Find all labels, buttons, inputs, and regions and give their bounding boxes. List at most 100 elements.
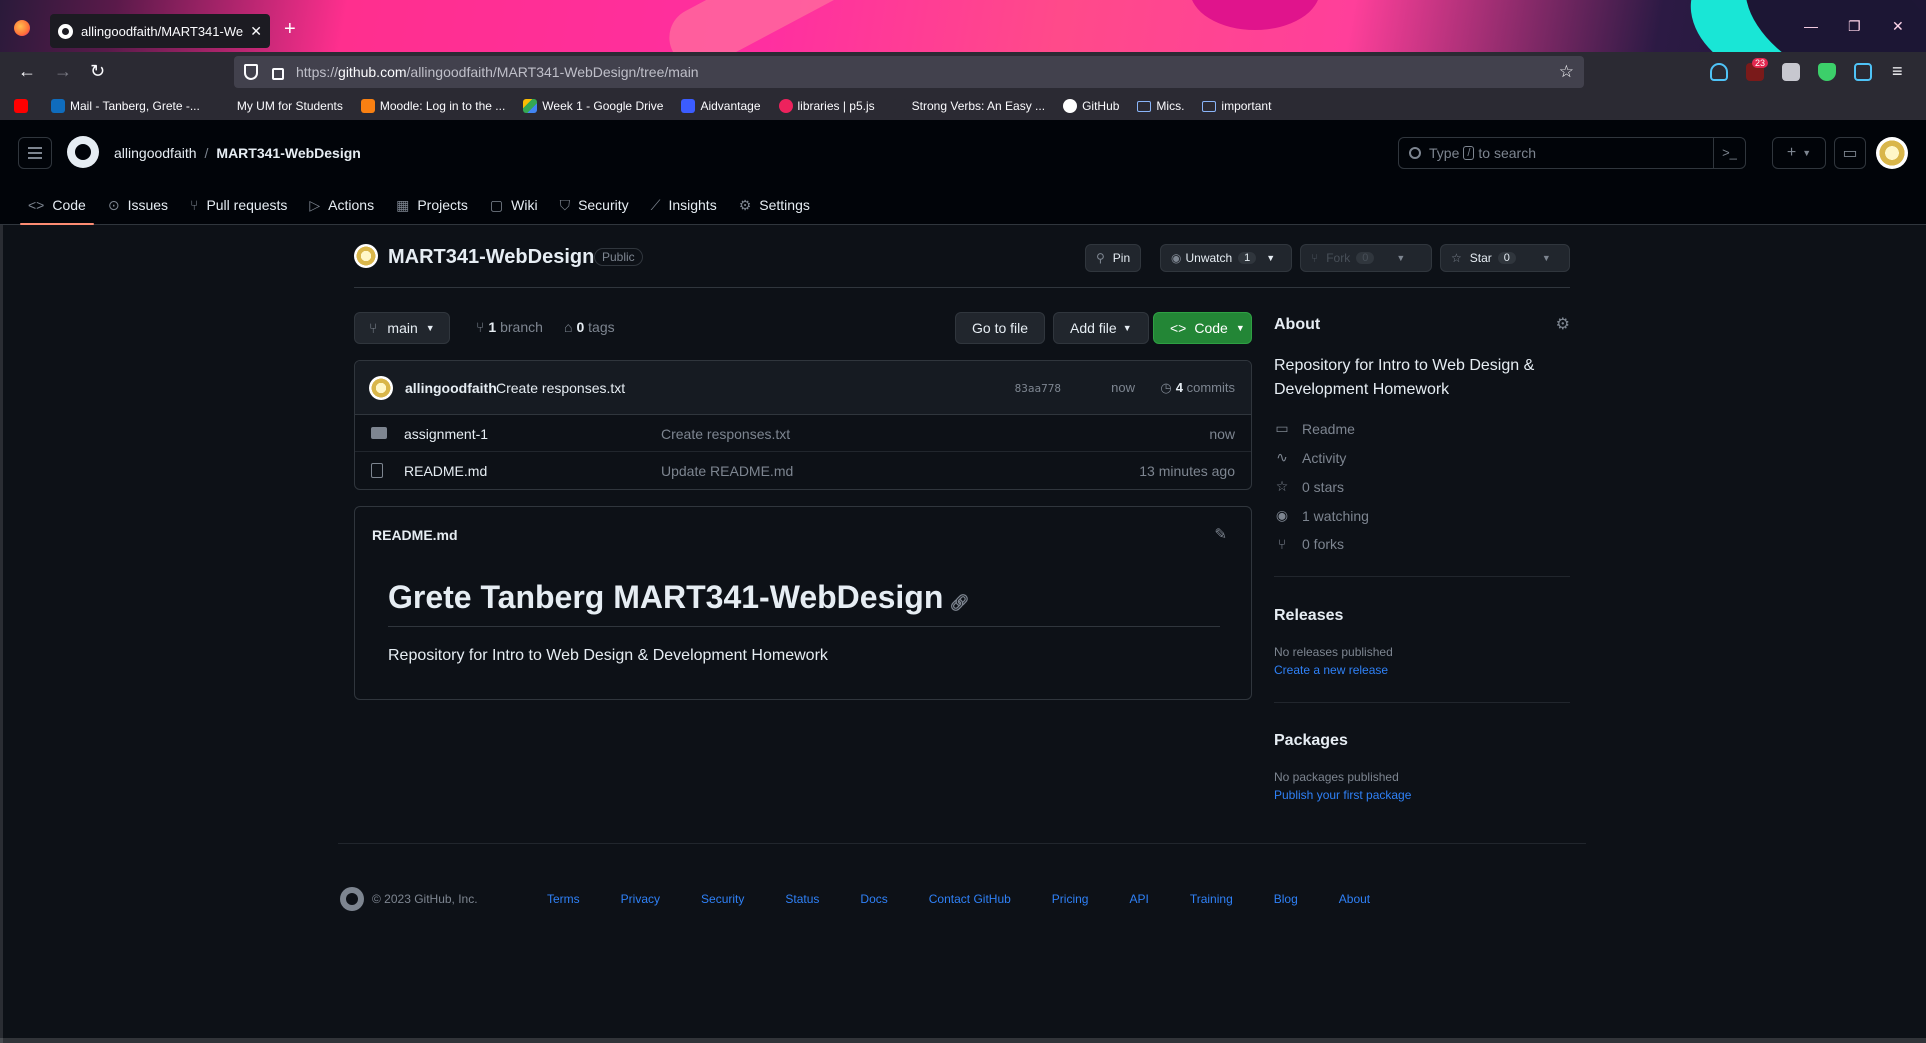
footer-link-security[interactable]: Security: [701, 892, 744, 906]
chevron-down-icon[interactable]: ▼: [1542, 253, 1551, 263]
star-button[interactable]: ☆ Star 0 ▼: [1440, 244, 1570, 272]
unwatch-button[interactable]: ◉ Unwatch 1 ▼: [1160, 244, 1292, 272]
search-input[interactable]: Type / to search >_: [1398, 137, 1746, 169]
code-button[interactable]: <> Code ▼: [1153, 312, 1252, 344]
branch-selector[interactable]: ⑂ main ▼: [354, 312, 450, 344]
gear-icon[interactable]: ⚙: [1556, 314, 1570, 334]
footer-link-about[interactable]: About: [1339, 892, 1370, 906]
address-bar[interactable]: https://github.com/allingoodfaith/MART34…: [234, 56, 1584, 88]
owner-avatar[interactable]: [354, 244, 378, 268]
releases-heading[interactable]: Releases: [1274, 607, 1343, 625]
file-row[interactable]: README.md Update README.md 13 minutes ag…: [355, 452, 1251, 489]
file-commit-link[interactable]: Update README.md: [661, 463, 793, 479]
extension-icon[interactable]: [1782, 63, 1800, 81]
edit-pencil-icon[interactable]: ✎: [1214, 525, 1227, 543]
browser-tab-active[interactable]: allingoodfaith/MART341-WebD ✕: [50, 14, 270, 48]
branches-link[interactable]: ⑂ 1 branch: [476, 319, 543, 335]
pocket-icon[interactable]: [1710, 63, 1728, 81]
repo-name[interactable]: MART341-WebDesign: [388, 246, 594, 269]
tab-pull-requests[interactable]: ⑂ Pull requests: [182, 186, 295, 224]
publish-package-link[interactable]: Publish your first package: [1274, 788, 1411, 802]
create-new-button[interactable]: + ▼: [1772, 137, 1826, 169]
footer-link-docs[interactable]: Docs: [860, 892, 887, 906]
go-to-file-button[interactable]: Go to file: [955, 312, 1046, 344]
bookmark-item[interactable]: Week 1 - Google Drive: [523, 99, 663, 113]
footer-link-training[interactable]: Training: [1190, 892, 1233, 906]
avatar[interactable]: [369, 376, 393, 400]
tracking-protection-shield-icon[interactable]: [244, 64, 258, 80]
bookmark-star-icon[interactable]: ☆: [1559, 62, 1574, 82]
repo-link[interactable]: MART341-WebDesign: [216, 145, 360, 161]
file-list: allingoodfaith Create responses.txt 83aa…: [354, 360, 1252, 490]
bookmark-folder[interactable]: Mics.: [1137, 99, 1184, 113]
bookmark-folder[interactable]: important: [1202, 99, 1271, 113]
reload-icon[interactable]: ↻: [90, 61, 105, 82]
forks-link[interactable]: ⑂ 0 forks: [1274, 536, 1344, 552]
tab-insights[interactable]: ⟋ Insights: [643, 186, 725, 224]
readme-file-link[interactable]: README.md: [372, 527, 458, 543]
watchers-link[interactable]: ◉ 1 watching: [1274, 507, 1369, 524]
file-row[interactable]: assignment-1 Create responses.txt now: [355, 415, 1251, 452]
github-octocat-icon[interactable]: [67, 136, 99, 168]
footer-link-terms[interactable]: Terms: [547, 892, 580, 906]
tab-actions[interactable]: ▷ Actions: [301, 186, 382, 224]
commit-message-link[interactable]: Create responses.txt: [496, 380, 625, 396]
packages-heading[interactable]: Packages: [1274, 732, 1348, 750]
create-release-link[interactable]: Create a new release: [1274, 663, 1388, 677]
bookmark-item[interactable]: Mail - Tanberg, Grete -...: [51, 99, 200, 113]
command-palette-icon[interactable]: >_: [1713, 138, 1745, 168]
privacy-badger-icon[interactable]: [1818, 63, 1836, 81]
restore-window-icon[interactable]: ❐: [1848, 18, 1861, 35]
bookmark-item[interactable]: GitHub: [1063, 99, 1119, 113]
footer-link-privacy[interactable]: Privacy: [621, 892, 660, 906]
tab-settings[interactable]: ⚙ Settings: [731, 186, 818, 224]
github-logo-icon[interactable]: [340, 887, 364, 911]
open-global-nav-button[interactable]: [18, 137, 52, 169]
footer-link-status[interactable]: Status: [785, 892, 819, 906]
readme-link[interactable]: ▭ Readme: [1274, 420, 1355, 437]
anchor-link-icon[interactable]: 🔗︎: [949, 595, 969, 612]
lock-icon[interactable]: [272, 68, 284, 80]
new-tab-icon[interactable]: +: [284, 18, 296, 41]
add-file-button[interactable]: Add file ▼: [1053, 312, 1149, 344]
file-name-link[interactable]: assignment-1: [404, 426, 488, 442]
chevron-down-icon[interactable]: ▼: [1266, 253, 1275, 263]
back-arrow-icon[interactable]: ←: [18, 61, 36, 82]
chevron-down-icon[interactable]: ▼: [1396, 253, 1405, 263]
footer-link-api[interactable]: API: [1129, 892, 1148, 906]
commit-author-link[interactable]: allingoodfaith: [405, 380, 497, 396]
file-name-link[interactable]: README.md: [404, 463, 487, 479]
fork-button[interactable]: ⑂ Fork 0 ▼: [1300, 244, 1432, 272]
pin-button[interactable]: ⚲ Pin: [1085, 244, 1142, 272]
inbox-icon[interactable]: ▭: [1834, 137, 1866, 169]
bookmark-item[interactable]: libraries | p5.js: [778, 99, 875, 113]
bookmark-item[interactable]: My UM for Students: [217, 99, 343, 113]
bookmark-item[interactable]: Moodle: Log in to the ...: [360, 99, 505, 113]
footer-link-contact[interactable]: Contact GitHub: [929, 892, 1011, 906]
footer-link-blog[interactable]: Blog: [1274, 892, 1298, 906]
bookmark-item[interactable]: Strong Verbs: An Easy ...: [892, 99, 1045, 113]
stars-link[interactable]: ☆ 0 stars: [1274, 478, 1344, 495]
file-commit-link[interactable]: Create responses.txt: [661, 426, 790, 442]
tab-code[interactable]: <> Code: [20, 186, 94, 225]
bookmark-youtube[interactable]: [14, 99, 33, 113]
tab-issues[interactable]: ⊙ Issues: [100, 186, 176, 224]
minimize-window-icon[interactable]: —: [1804, 18, 1818, 34]
close-window-icon[interactable]: ✕: [1892, 18, 1904, 35]
firefox-menu-icon[interactable]: [14, 20, 30, 36]
tab-security[interactable]: ⛉ Security: [552, 186, 637, 224]
tab-projects[interactable]: ▦ Projects: [388, 186, 476, 224]
owner-link[interactable]: allingoodfaith: [114, 145, 197, 161]
extensions-puzzle-icon[interactable]: [1854, 63, 1872, 81]
tab-wiki[interactable]: ▢ Wiki: [482, 186, 546, 224]
footer-link-pricing[interactable]: Pricing: [1052, 892, 1089, 906]
forward-arrow-icon[interactable]: →: [54, 61, 72, 82]
commit-sha-link[interactable]: 83aa778: [1015, 382, 1061, 395]
activity-link[interactable]: ∿ Activity: [1274, 449, 1346, 466]
tab-close-icon[interactable]: ✕: [250, 23, 262, 40]
hamburger-menu-icon[interactable]: ≡: [1892, 61, 1903, 82]
commit-history-link[interactable]: ◷ 4 commits: [1160, 380, 1235, 396]
user-avatar[interactable]: [1876, 137, 1908, 169]
tags-link[interactable]: ⌂ 0 tags: [564, 319, 615, 335]
bookmark-item[interactable]: Aidvantage: [681, 99, 761, 113]
